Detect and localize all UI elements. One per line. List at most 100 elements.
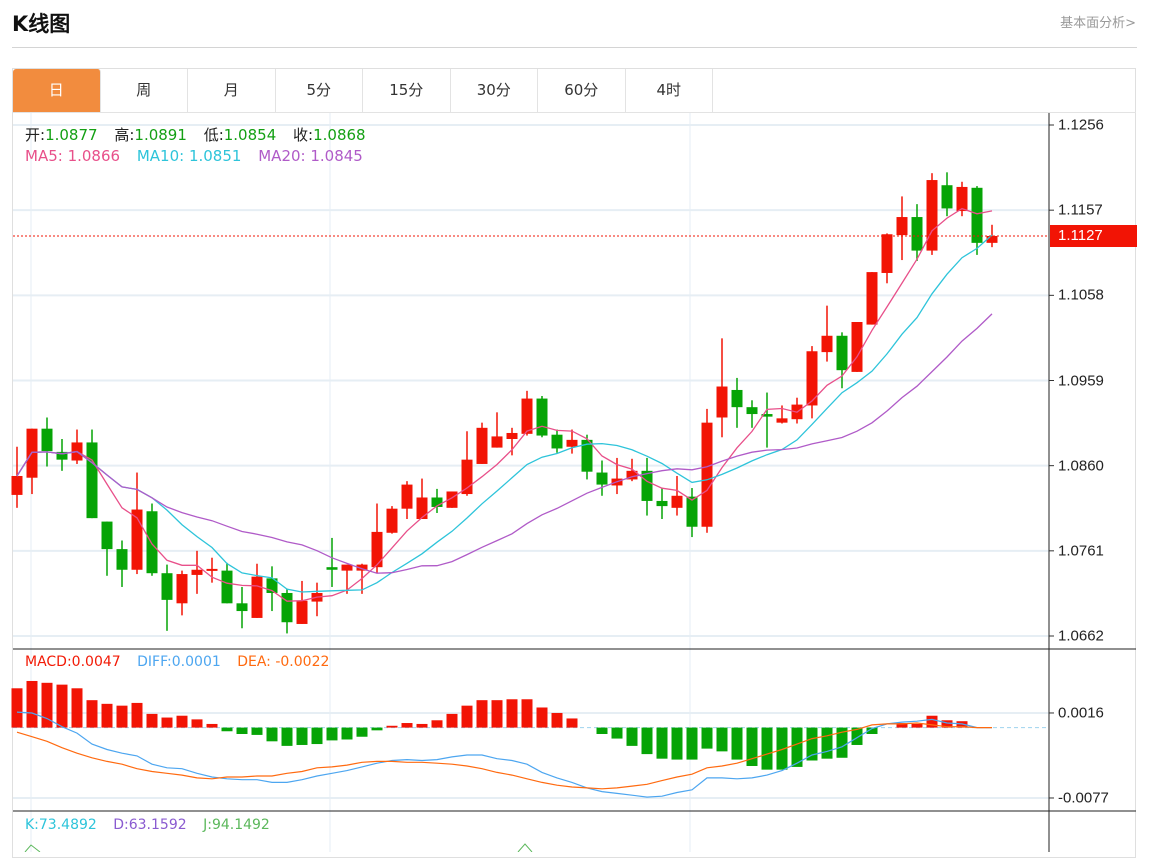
price-tick-label: 1.1256 bbox=[1058, 116, 1104, 134]
candle-up bbox=[881, 234, 893, 273]
candle-up bbox=[926, 180, 938, 251]
j-value: J:94.1492 bbox=[203, 817, 270, 833]
ma10-value: MA10: 1.0851 bbox=[136, 147, 242, 165]
macd-bar bbox=[641, 727, 653, 755]
candle-up bbox=[206, 568, 218, 571]
macd-bar bbox=[431, 720, 443, 728]
last-price-badge: 1.1127 bbox=[1050, 224, 1137, 247]
macd-bar bbox=[26, 680, 38, 728]
candle-up bbox=[491, 436, 503, 448]
macd-bar bbox=[176, 715, 188, 728]
candle-up bbox=[866, 272, 878, 325]
candle-up bbox=[506, 432, 518, 439]
macd-bar bbox=[56, 684, 68, 728]
macd-bar bbox=[191, 719, 203, 728]
macd-bar bbox=[356, 727, 368, 737]
macd-bar bbox=[86, 700, 98, 728]
candle-down bbox=[236, 603, 248, 612]
ohlc-info: 开:1.0877 高:1.0891 低:1.0854 收:1.0868 bbox=[25, 124, 366, 145]
macd-bar bbox=[476, 700, 488, 728]
macd-bar bbox=[236, 727, 248, 734]
macd-bar bbox=[761, 727, 773, 770]
candle-down bbox=[911, 217, 923, 251]
macd-bar bbox=[491, 700, 503, 728]
candle-up bbox=[821, 335, 833, 353]
close-label: 收: bbox=[293, 126, 314, 144]
candle-up bbox=[671, 495, 683, 508]
candle-up bbox=[251, 576, 263, 618]
candle-down bbox=[146, 511, 158, 574]
candle-down bbox=[551, 434, 563, 449]
candle-up bbox=[521, 398, 533, 434]
macd-bar bbox=[461, 705, 473, 728]
kdj-info: K:73.4892 D:63.1592 J:94.1492 bbox=[25, 817, 270, 833]
macd-bar bbox=[701, 727, 713, 749]
close-value: 1.0868 bbox=[313, 126, 366, 144]
candle-down bbox=[686, 496, 698, 527]
ma-info: MA5: 1.0866 MA10: 1.0851 MA20: 1.0845 bbox=[25, 147, 363, 165]
k-value: K:73.4892 bbox=[25, 817, 97, 833]
candle-up bbox=[896, 217, 908, 236]
macd-bar bbox=[506, 699, 518, 728]
candle-down bbox=[221, 570, 233, 604]
low-label: 低: bbox=[203, 126, 224, 144]
macd-bar bbox=[401, 723, 413, 728]
candle-up bbox=[476, 427, 488, 464]
price-tick-label: 1.0662 bbox=[1058, 627, 1104, 645]
ma10-line bbox=[16, 234, 993, 593]
candle-up bbox=[776, 418, 788, 423]
macd-bar bbox=[221, 727, 233, 732]
macd-bar bbox=[716, 727, 728, 752]
candle-down bbox=[971, 187, 983, 243]
macd-bar bbox=[596, 727, 608, 734]
macd-bar bbox=[116, 705, 128, 728]
macd-bar bbox=[281, 727, 293, 746]
macd-bar bbox=[656, 727, 668, 759]
macd-bar bbox=[521, 699, 533, 728]
price-tick-label: 1.0761 bbox=[1058, 542, 1104, 560]
candle-up bbox=[461, 459, 473, 495]
candle-up bbox=[386, 508, 398, 533]
candle-up bbox=[716, 386, 728, 418]
candle-up bbox=[851, 322, 863, 372]
macd-bar bbox=[551, 712, 563, 728]
macd-bar bbox=[131, 702, 143, 728]
candle-down bbox=[281, 592, 293, 623]
macd-tick-label: 0.0016 bbox=[1058, 704, 1104, 722]
d-value: D:63.1592 bbox=[113, 817, 187, 833]
macd-bar bbox=[566, 718, 578, 728]
candle-down bbox=[116, 549, 128, 570]
macd-bar bbox=[101, 703, 113, 728]
candle-up bbox=[401, 484, 413, 509]
macd-bar bbox=[386, 725, 398, 728]
candle-up bbox=[986, 235, 998, 243]
macd-bar bbox=[341, 727, 353, 740]
diff-value: DIFF:0.0001 bbox=[137, 654, 221, 670]
macd-bar bbox=[311, 727, 323, 745]
macd-bar bbox=[161, 717, 173, 728]
price-tick-label: 1.0860 bbox=[1058, 457, 1104, 475]
macd-bar bbox=[326, 727, 338, 741]
macd-bar bbox=[686, 727, 698, 760]
macd-bar bbox=[371, 727, 383, 731]
macd-bar bbox=[71, 688, 83, 728]
open-label: 开: bbox=[25, 126, 46, 144]
macd-bar bbox=[266, 727, 278, 742]
macd-tick-label: -0.0077 bbox=[1058, 789, 1109, 807]
candle-up bbox=[11, 475, 23, 495]
candle-down bbox=[656, 500, 668, 507]
candle-down bbox=[326, 567, 338, 570]
macd-bar bbox=[626, 727, 638, 746]
ma5-line bbox=[16, 207, 993, 602]
macd-bar bbox=[611, 727, 623, 739]
candle-down bbox=[41, 428, 53, 452]
candle-up bbox=[956, 186, 968, 212]
high-value: 1.0891 bbox=[134, 126, 187, 144]
candle-down bbox=[596, 472, 608, 485]
candle-up bbox=[296, 600, 308, 624]
macd-bar bbox=[11, 688, 23, 728]
candle-down bbox=[86, 442, 98, 519]
macd-info: MACD:0.0047 DIFF:0.0001 DEA: -0.0022 bbox=[25, 654, 329, 670]
candle-down bbox=[941, 185, 953, 209]
dea-value: DEA: -0.0022 bbox=[237, 654, 330, 670]
